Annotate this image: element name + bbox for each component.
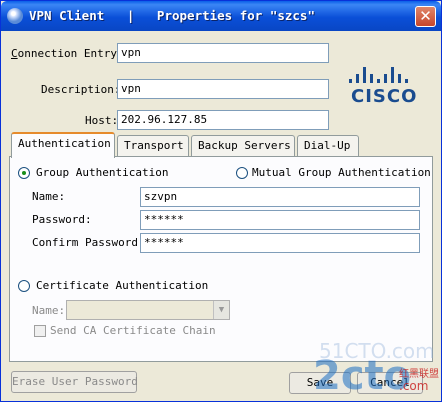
tab-backup-servers[interactable]: Backup Servers [191,135,295,157]
confirm-password-label: Confirm Password: [32,236,145,249]
title-bar[interactable]: VPN Client | Properties for "szcs" ✕ [1,1,441,31]
cert-name-dropdown[interactable]: ▼ [66,300,230,320]
cert-auth-radio[interactable] [18,280,30,292]
group-name-field[interactable]: szvpn [140,187,420,207]
connection-entry-label-text: onnection Entry: [17,47,124,60]
description-field[interactable]: vpn [117,79,329,99]
cancel-button[interactable]: Cancel [357,372,423,394]
group-auth-radio[interactable] [18,167,30,179]
tab-authentication[interactable]: Authentication [11,132,115,158]
cert-name-label: Name: [32,304,66,317]
erase-user-password-button[interactable]: Erase User Password [11,371,138,393]
chevron-down-icon: ▼ [213,301,229,319]
close-button[interactable]: ✕ [415,6,436,27]
vpn-globe-icon [7,8,23,24]
connection-entry-label: Connection Entry: [11,47,124,60]
cisco-logo-text: CISCO [351,86,418,107]
host-field[interactable]: 202.96.127.85 [117,110,329,130]
authentication-panel: Group Authentication Mutual Group Authen… [9,156,433,362]
group-name-label: Name: [32,190,66,203]
group-auth-label: Group Authentication [36,166,169,179]
close-icon: ✕ [419,7,432,25]
mutual-auth-label: Mutual Group Authentication [252,166,431,179]
save-button[interactable]: Save [289,372,351,394]
send-ca-label: Send CA Certificate Chain [50,324,216,337]
confirm-password-field[interactable]: ****** [140,233,420,253]
host-label: Host: [85,114,119,127]
window-title: VPN Client | Properties for "szcs" [29,8,315,23]
send-ca-checkbox[interactable] [34,325,46,337]
tab-transport[interactable]: Transport [117,135,189,157]
mutual-auth-radio[interactable] [236,167,248,179]
cert-auth-label: Certificate Authentication [36,279,209,292]
tab-dial-up[interactable]: Dial-Up [297,135,359,157]
connection-entry-field[interactable]: vpn [117,43,329,63]
password-field[interactable]: ****** [140,210,420,230]
cisco-logo-icon [349,65,413,83]
properties-window: VPN Client | Properties for "szcs" ✕ Con… [0,0,442,402]
description-label: Description: [41,83,121,96]
password-label: Password: [32,213,92,226]
